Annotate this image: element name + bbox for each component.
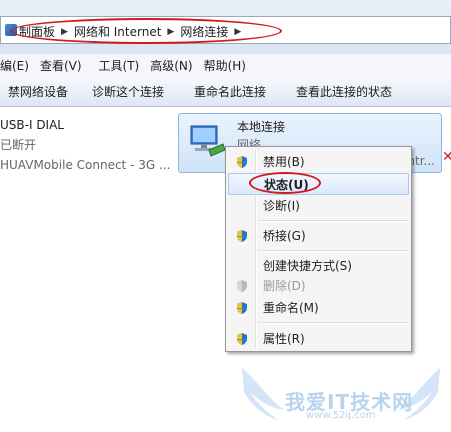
menu-item-properties[interactable]: 属性(R) xyxy=(228,328,409,350)
menu-item-label: 创建快捷方式(S) xyxy=(263,259,352,273)
connection-status: 已断开 xyxy=(0,138,37,152)
menu-item-rename[interactable]: 重命名(M) xyxy=(228,297,409,319)
menu-item-label: 删除(D) xyxy=(263,279,306,293)
menu-item-bridge[interactable]: 桥接(G) xyxy=(228,225,409,247)
diagnose-connection-button[interactable]: 诊断这个连接 xyxy=(92,83,164,100)
connection-item-usb-dial[interactable]: USB-I DIAL 已断开 HUAVMobile Connect - 3G .… xyxy=(0,115,170,175)
annotation-oval-address xyxy=(10,18,282,44)
menu-view[interactable]: 查看(V) xyxy=(40,57,93,74)
menu-bar: 编(E) 查看(V) 工具(T) 高级(N) 帮助(H) xyxy=(0,54,451,76)
menu-separator xyxy=(258,250,408,252)
disconnected-x-icon: ✕ xyxy=(442,149,451,165)
view-status-button[interactable]: 查看此连接的状态 xyxy=(296,83,392,100)
menu-edit[interactable]: 编(E) xyxy=(0,57,40,74)
connection-name: USB-I DIAL xyxy=(0,118,64,132)
connection-name: 本地连接 xyxy=(237,120,286,134)
menu-advanced[interactable]: 高级(N) xyxy=(150,57,203,74)
menu-item-disable[interactable]: 禁用(B) xyxy=(228,151,409,173)
annotation-oval-status xyxy=(249,172,321,194)
menu-item-diagnose[interactable]: 诊断(I) xyxy=(228,195,409,217)
uac-shield-icon xyxy=(237,280,247,292)
menu-item-label: 诊断(I) xyxy=(263,199,300,213)
connection-device: HUAVMobile Connect - 3G ... xyxy=(0,158,171,172)
menu-help[interactable]: 帮助(H) xyxy=(204,57,257,74)
disable-device-button[interactable]: 禁网络设备 xyxy=(8,83,68,100)
menu-separator xyxy=(258,220,408,222)
address-bar-area: 制面板 ▶ 网络和 Internet ▶ 网络连接 ▶ xyxy=(0,0,451,54)
uac-shield-icon xyxy=(237,230,247,242)
menu-separator xyxy=(258,322,408,324)
menu-item-label: 重命名(M) xyxy=(263,301,319,315)
menu-item-label: 桥接(G) xyxy=(263,229,306,243)
uac-shield-icon xyxy=(237,333,247,345)
menu-item-label: 属性(R) xyxy=(263,332,305,346)
menu-item-create-shortcut[interactable]: 创建快捷方式(S) xyxy=(228,255,409,277)
command-toolbar: 禁网络设备 诊断这个连接 重命名此连接 查看此连接的状态 xyxy=(0,76,451,107)
menu-tools[interactable]: 工具(T) xyxy=(93,57,151,74)
network-adapter-icon xyxy=(190,125,226,157)
rename-connection-button[interactable]: 重命名此连接 xyxy=(194,83,266,100)
uac-shield-icon xyxy=(237,156,247,168)
menu-item-label: 禁用(B) xyxy=(263,155,305,169)
menu-item-delete[interactable]: 删除(D) xyxy=(228,275,409,297)
uac-shield-icon xyxy=(237,302,247,314)
watermark-url: www.52ij.com xyxy=(306,410,376,421)
